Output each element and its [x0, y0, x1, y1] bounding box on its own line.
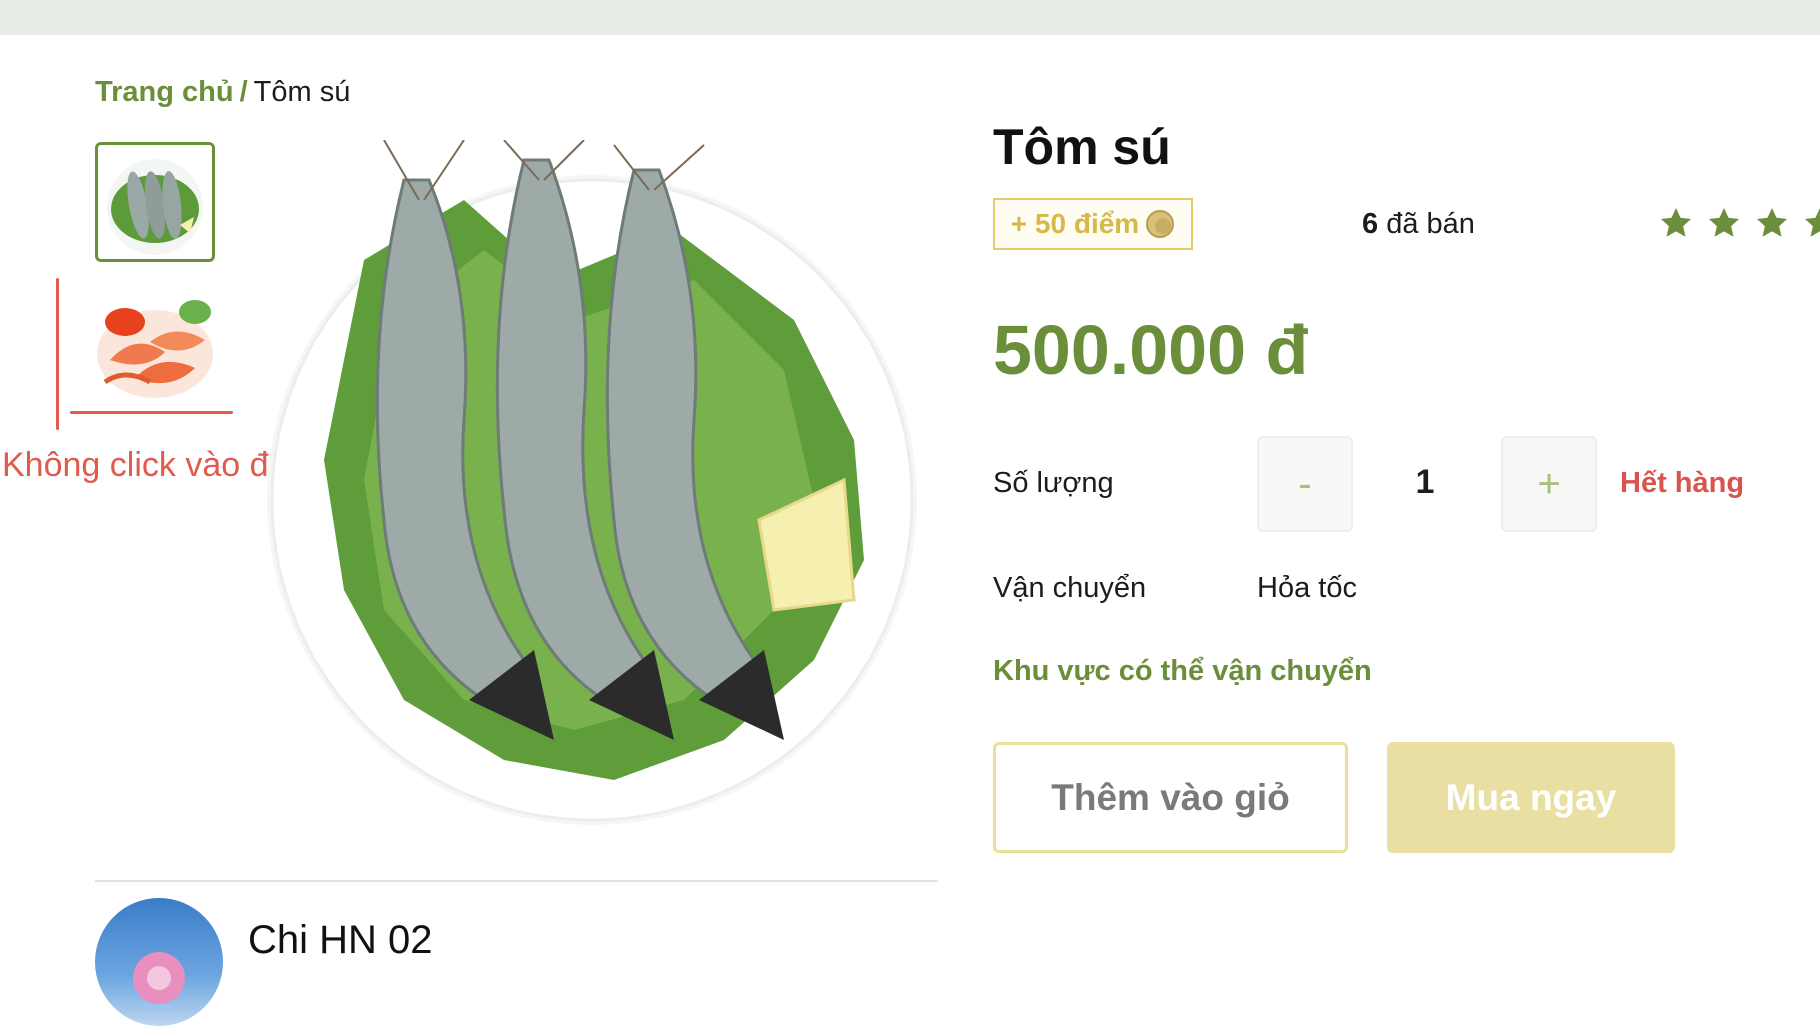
quantity-label: Số lượng	[993, 467, 1114, 499]
breadcrumb-separator: /	[239, 76, 248, 108]
star-icon	[1661, 208, 1691, 237]
annotation-vertical-line	[56, 278, 59, 430]
sold-number: 6	[1362, 208, 1379, 240]
shipping-area-link[interactable]: Khu vực có thể vận chuyển	[993, 655, 1372, 688]
sold-count: 6 đã bán	[1362, 208, 1475, 241]
main-product-image	[267, 140, 917, 825]
star-icon	[1709, 208, 1739, 237]
product-title: Tôm sú	[993, 119, 1171, 175]
star-icon	[1757, 208, 1787, 237]
product-price: 500.000 đ	[993, 311, 1309, 389]
quantity-increase-button[interactable]: +	[1501, 436, 1597, 532]
annotation-underline	[70, 411, 233, 414]
breadcrumb: Trang chủ / Tôm sú	[95, 76, 350, 109]
breadcrumb-home-link[interactable]: Trang chủ	[95, 76, 234, 108]
shipping-label: Vận chuyển	[993, 572, 1147, 604]
star-icon	[1805, 208, 1820, 237]
shrimp-plate-thumbnail-image	[98, 145, 212, 259]
points-text: + 50 điểm	[1010, 208, 1140, 239]
thumbnail-shrimp-plate[interactable]	[95, 142, 215, 262]
top-bar	[0, 0, 1820, 35]
quantity-value[interactable]: 1	[1400, 463, 1450, 502]
flower-icon	[133, 952, 185, 1004]
shipping-method: Hỏa tốc	[1257, 572, 1357, 604]
out-of-stock-status: Hết hàng	[1620, 467, 1745, 499]
coin-icon	[1146, 210, 1175, 238]
breadcrumb-current: Tôm sú	[253, 76, 351, 108]
points-badge: + 50 điểm	[993, 198, 1193, 250]
rating-stars	[1658, 205, 1820, 241]
thumbnail-cooked-shrimp[interactable]	[95, 282, 215, 402]
buy-now-button[interactable]: Mua ngay	[1387, 742, 1675, 853]
add-to-cart-button[interactable]: Thêm vào giỏ	[993, 742, 1348, 853]
cooked-shrimp-thumbnail-image	[95, 282, 215, 402]
section-divider	[95, 880, 938, 882]
seller-name: Chi HN 02	[248, 918, 433, 962]
seller-avatar	[95, 898, 223, 1026]
sold-label: đã bán	[1386, 208, 1475, 240]
quantity-decrease-button[interactable]: -	[1257, 436, 1353, 532]
